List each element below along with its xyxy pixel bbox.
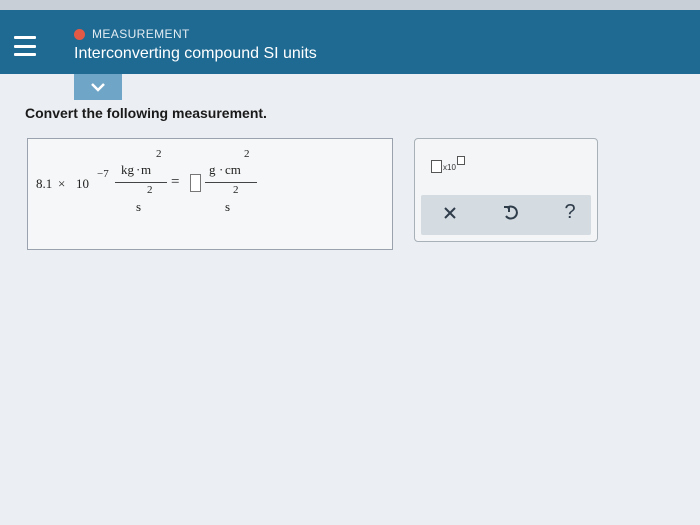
undo-icon [504, 205, 518, 220]
menu-icon[interactable] [14, 36, 36, 56]
given-fraction-bar [115, 182, 167, 183]
app-header: MEASUREMENT Interconverting compound SI … [0, 10, 700, 74]
tool-panel: x10 ? [414, 138, 598, 242]
given-exponent: −7 [97, 168, 109, 180]
coefficient-box-icon [431, 160, 442, 173]
clear-button[interactable] [435, 201, 465, 226]
given-num-exponent: 2 [156, 148, 162, 160]
browser-tab-strip [0, 0, 700, 10]
exponent-box-icon [457, 156, 465, 165]
answer-input[interactable] [190, 174, 201, 192]
target-den-exponent: 2 [233, 184, 239, 196]
given-times: × [58, 176, 66, 191]
target-unit-dot: · [219, 162, 224, 177]
close-icon [444, 207, 456, 219]
target-num-exponent: 2 [244, 148, 250, 160]
status-dot-icon [74, 28, 85, 40]
x10-label: x10 [443, 163, 456, 172]
category-label: MEASUREMENT [92, 27, 190, 41]
target-unit-s: s [225, 199, 231, 214]
target-unit-g: g [209, 162, 216, 177]
chevron-down-icon [91, 82, 105, 92]
target-fraction-bar [205, 182, 257, 183]
page-title: Interconverting compound SI units [74, 45, 317, 62]
target-unit-cm: cm [225, 162, 241, 177]
expand-header-button[interactable] [74, 74, 122, 100]
given-unit-s: s [136, 199, 142, 214]
given-coefficient: 8.1 [36, 176, 53, 191]
given-base: 10 [76, 176, 89, 191]
given-unit-kg: kg [121, 162, 134, 177]
undo-button[interactable] [496, 201, 526, 228]
given-den-exponent: 2 [147, 184, 153, 196]
topic-category: MEASUREMENT [74, 27, 190, 41]
action-bar: ? [421, 195, 591, 235]
equals-sign: = [171, 174, 180, 190]
help-button[interactable]: ? [555, 201, 585, 224]
answer-area [27, 138, 393, 250]
times-ten-button[interactable]: x10 [431, 156, 471, 180]
instruction-text: Convert the following measurement. [25, 105, 267, 121]
given-unit-dot: · [136, 162, 141, 177]
given-unit-m: m [141, 162, 152, 177]
